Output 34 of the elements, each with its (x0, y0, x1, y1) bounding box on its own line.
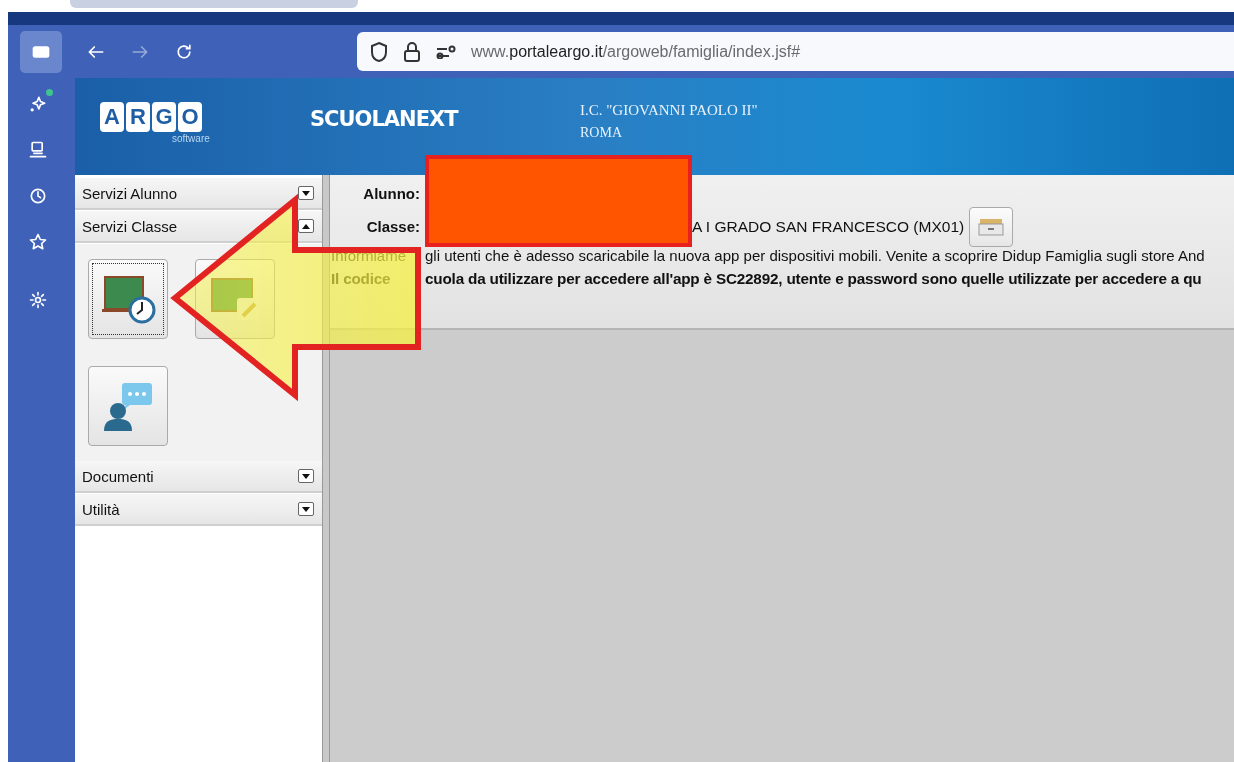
device-icon (27, 140, 48, 160)
permissions-icon (435, 44, 457, 59)
notification-dot (45, 89, 53, 96)
student-label: Alunno: (362, 185, 420, 202)
url-host: portaleargo.it (509, 42, 603, 61)
logo-letter: G (152, 102, 176, 132)
url-prefix: www. (471, 42, 510, 61)
address-bar[interactable]: www.portaleargo.it/argoweb/famiglia/index.jsf# (357, 32, 1234, 71)
settings-icon (27, 290, 48, 310)
school-name: I.C. "GIOVANNI PAOLO II" (580, 102, 758, 119)
url-path: /argoweb/famiglia/index.jsf# (602, 42, 801, 61)
menu-section-header[interactable]: Servizi Alunno (75, 178, 322, 210)
menu-tile-button[interactable] (88, 366, 168, 446)
logo-letter: O (178, 102, 202, 132)
sidebar-toggle-button[interactable] (20, 30, 62, 73)
menu-tile-button[interactable] (88, 259, 168, 339)
school-city: ROMA (580, 125, 623, 141)
class-label: Classe: (365, 218, 420, 235)
shield-icon (369, 40, 389, 63)
logo-letter: R (126, 102, 150, 132)
blackboard-clock-icon (100, 274, 156, 324)
lock-icon (403, 40, 421, 63)
notice-text: cuola da utilizzare per accedere all'app è SC22892, utente e password sono quelle utilizzate per accedere a qu (425, 270, 1202, 288)
notice-text: Informiame (331, 246, 407, 264)
class-value: A I GRADO SAN FRANCESCO (MX01) (692, 217, 965, 236)
logo-subtitle: software (172, 133, 210, 144)
drawer-icon (978, 217, 1005, 236)
product-name: SCUOLANEXT (310, 107, 460, 131)
notice-text: gli utenti che è adesso scaricabile la nuova app per dispositivi mobili. Venite a scoprire Didup Famiglia sugli store And (425, 246, 1205, 264)
logo-letter: A (100, 102, 124, 132)
notice-text: Il codice (331, 270, 391, 288)
star-icon (27, 232, 48, 252)
menu-section-header[interactable]: Utilità (75, 494, 322, 526)
menu-section-header[interactable]: Documenti (75, 461, 322, 493)
